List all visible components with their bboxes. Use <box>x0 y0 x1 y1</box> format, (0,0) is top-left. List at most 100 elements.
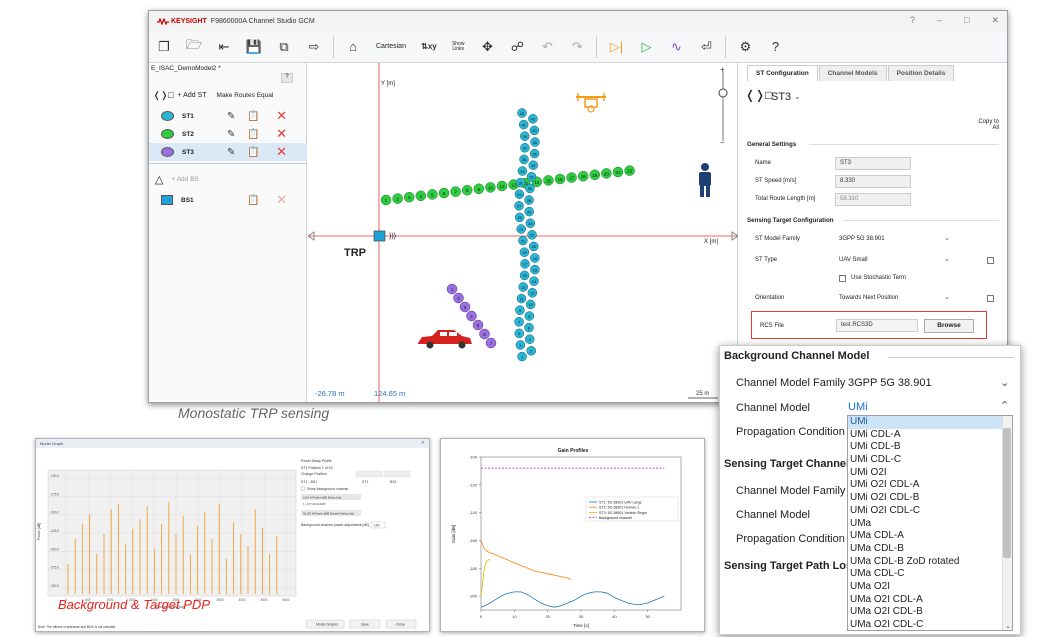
svg-text:28: 28 <box>527 198 532 203</box>
los-header-text: LOS # Power [dB] Delay [ns] <box>303 496 341 500</box>
delete-icon[interactable]: ✕ <box>276 192 287 208</box>
svg-text:13: 13 <box>521 285 526 290</box>
stochastic-checkbox[interactable] <box>839 275 846 282</box>
xy-axes-icon[interactable]: ⇅xy <box>414 33 444 61</box>
step-run-icon[interactable]: ▷| <box>601 33 631 61</box>
st-type-checkbox[interactable] <box>987 257 994 264</box>
toolbar-help-icon[interactable]: ? <box>760 33 790 61</box>
open-project-icon[interactable]: 🗁 <box>179 33 209 61</box>
scroll-down-icon[interactable]: ⌄ <box>1005 622 1011 630</box>
tab-st-configuration[interactable]: ST Configuration <box>747 65 818 81</box>
rcs-file-field[interactable]: test.RCS3D <box>836 319 918 332</box>
channel-model-option[interactable]: UMi CDL-A <box>848 429 1012 442</box>
key-icon[interactable]: ⏎ <box>691 33 721 61</box>
channel-model-option[interactable]: UMi <box>848 416 1012 429</box>
chevron-down-icon[interactable]: ⌄ <box>1000 376 1009 389</box>
st-selector[interactable]: ST3 <box>771 91 791 103</box>
scenario-map[interactable]: Y [m] X [m] + − ))) TRP 1 2 3 4 5 6 7 8 9 10 11 121… <box>307 63 739 403</box>
nlos-header-text: NLOS # Power [dB] Excess Delay [ns] <box>303 512 354 516</box>
channel-model-option[interactable]: UMa CDL-B ZoD rotated <box>848 556 1012 569</box>
close-icon[interactable]: ✕ <box>991 15 999 26</box>
channel-model-option[interactable]: UMi CDL-B <box>848 441 1012 454</box>
st-model-family-select[interactable]: 3GPP 5G 38.901 <box>839 236 885 242</box>
move-icon[interactable]: ✥ <box>472 33 502 61</box>
maximize-icon[interactable]: □ <box>964 15 969 26</box>
show-links-button[interactable]: Show Links <box>444 41 473 52</box>
channel-model-option[interactable]: UMi O2I CDL-B <box>848 492 1012 505</box>
undo-icon[interactable]: ↶ <box>532 33 562 61</box>
minimize-icon[interactable]: – <box>937 15 942 26</box>
lock-icon[interactable]: ☍ <box>502 33 532 61</box>
st2-route: 12345678910111213141516171819202122 <box>380 165 635 206</box>
chevron-down-icon[interactable]: ⌄ <box>944 255 950 263</box>
channel-model-dropdown-list[interactable]: UMi UMi CDL-A UMi CDL-B UMi CDL-C UMi O2I UMi… <box>847 415 1013 631</box>
channel-model-option[interactable]: UMa CDL-C <box>848 568 1012 581</box>
st-selector-chevron-icon[interactable]: ⌄ <box>794 92 801 101</box>
bg-model-select[interactable]: UMi <box>848 401 868 413</box>
st-row-st1[interactable]: ST1 ✎ 📋 ✕ <box>149 107 307 125</box>
home-icon[interactable]: ⌂ <box>338 33 368 61</box>
panel-help-badge[interactable]: ? <box>281 73 293 83</box>
channel-model-option[interactable]: UMa CDL-A <box>848 530 1012 543</box>
channel-model-option[interactable]: UMa O2I CDL-A <box>848 594 1012 607</box>
st1-route-point: 8 <box>524 311 535 321</box>
add-bs-button[interactable]: + Add BS <box>171 176 198 183</box>
dropdown-scrollbar[interactable] <box>1002 416 1012 630</box>
edit-pencil-icon[interactable]: ✎ <box>227 147 235 158</box>
chevron-up-icon[interactable]: ⌃ <box>1000 399 1009 412</box>
orientation-checkbox[interactable] <box>987 295 994 302</box>
import-icon[interactable]: ⇤ <box>209 33 239 61</box>
delete-icon[interactable]: ✕ <box>276 144 287 160</box>
name-field[interactable]: ST3 <box>835 157 911 170</box>
channel-model-option[interactable]: UMa O2I CDL-B <box>848 606 1012 619</box>
run-icon[interactable]: ▷ <box>631 33 661 61</box>
channel-model-option[interactable]: UMa CDL-B <box>848 543 1012 556</box>
bs-row-bs1[interactable]: BS1 📋 ✕ <box>149 191 307 209</box>
channel-model-option[interactable]: UMi O2I CDL-A <box>848 479 1012 492</box>
copy-clipboard-icon[interactable]: 📋 <box>247 111 259 122</box>
channel-model-option[interactable]: UMi O2I <box>848 467 1012 480</box>
new-project-icon[interactable]: ❐ <box>149 33 179 61</box>
redo-icon[interactable]: ↷ <box>562 33 592 61</box>
waveform-icon[interactable]: ∿ <box>661 33 691 61</box>
scrollbar-thumb[interactable] <box>1003 428 1011 558</box>
copy-clipboard-icon[interactable]: 📋 <box>247 195 259 206</box>
bg-family-select[interactable]: 3GPP 5G 38.901 <box>848 377 932 389</box>
pdp-y-tick-label: -300.0 <box>50 584 59 588</box>
copy-to-all-button[interactable]: Copy to All <box>978 119 999 131</box>
st-row-st3[interactable]: ST3 ✎ 📋 ✕ <box>149 143 307 161</box>
channel-model-option[interactable]: UMa <box>848 518 1012 531</box>
pdp-close-icon[interactable]: ✕ <box>421 440 425 446</box>
edit-pencil-icon[interactable]: ✎ <box>227 111 235 122</box>
orientation-select[interactable]: Towards Next Position <box>839 295 898 301</box>
cartesian-button[interactable]: Cartesian <box>368 43 414 50</box>
channel-model-option[interactable]: UMa O2I <box>848 581 1012 594</box>
edit-pencil-icon[interactable]: ✎ <box>227 129 235 140</box>
st-type-select[interactable]: UAV Small <box>839 257 868 263</box>
chevron-down-icon[interactable]: ⌄ <box>944 234 950 242</box>
settings-gear-icon[interactable]: ⚙ <box>730 33 760 61</box>
add-st-button[interactable]: + Add ST <box>178 92 207 99</box>
save-as-icon[interactable]: ⧉ <box>269 33 299 61</box>
copy-clipboard-icon[interactable]: 📋 <box>247 129 259 140</box>
save-icon[interactable]: 💾 <box>239 33 269 61</box>
make-routes-equal-button[interactable]: Make Routes Equal <box>217 92 274 99</box>
st1-route-point: 40 <box>529 125 540 136</box>
speed-field[interactable]: 8.330 <box>835 175 911 188</box>
delete-icon[interactable]: ✕ <box>276 126 287 142</box>
st-row-st2[interactable]: ST2 ✎ 📋 ✕ <box>149 125 307 143</box>
export-icon[interactable]: ⇨ <box>299 33 329 61</box>
channel-model-option[interactable]: UMi CDL-C <box>848 454 1012 467</box>
copy-clipboard-icon[interactable]: 📋 <box>247 147 259 158</box>
channel-model-option[interactable]: UMi O2I CDL-C <box>848 505 1012 518</box>
pdp-x-tick-label: 4500 <box>260 598 267 602</box>
tab-channel-models[interactable]: Channel Models <box>818 65 887 81</box>
chevron-down-icon[interactable]: ⌄ <box>944 293 950 301</box>
browse-button[interactable]: Browse <box>924 319 974 333</box>
delete-icon[interactable]: ✕ <box>276 108 287 124</box>
st2-route-point: 2 <box>392 193 403 204</box>
scenario-canvas[interactable]: Y [m] X [m] + − ))) TRP 1 2 3 4 5 6 7 8 9 10 11 12 1… <box>307 63 739 403</box>
tab-position-details[interactable]: Position Details <box>887 65 955 81</box>
channel-model-option[interactable]: UMa O2I CDL-C <box>848 619 1012 630</box>
help-icon[interactable]: ? <box>910 15 915 26</box>
